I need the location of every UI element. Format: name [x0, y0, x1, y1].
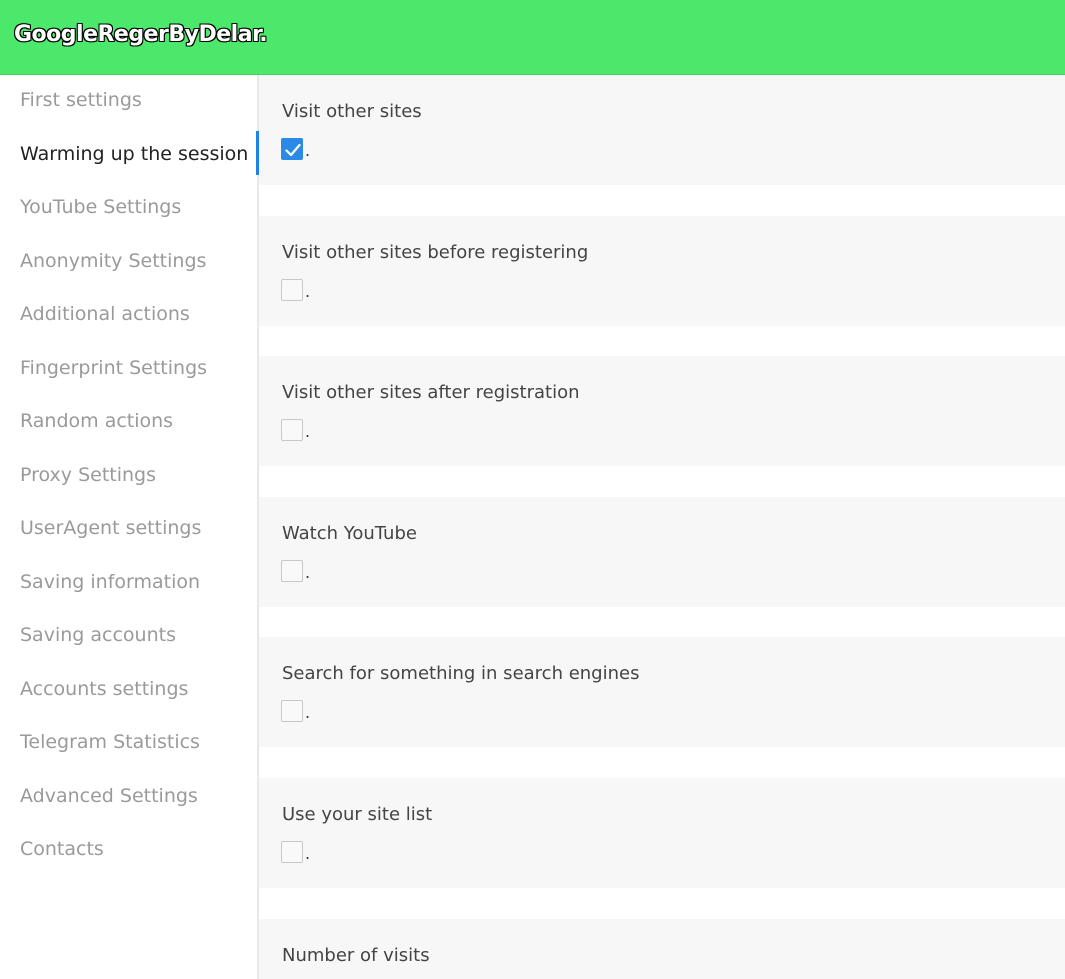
search-engines-checkbox[interactable] [281, 700, 303, 722]
checkmark-icon [285, 143, 301, 157]
setting-label: Visit other sites [282, 101, 422, 122]
sidebar-item-warming-up-the-session[interactable]: Warming up the session [20, 132, 248, 176]
setting-label: Number of visits [282, 945, 430, 966]
setting-card: Number of visits [259, 919, 1065, 979]
sidebar-item-random-actions[interactable]: Random actions [20, 399, 173, 443]
sidebar-item-useragent-settings[interactable]: UserAgent settings [20, 506, 201, 550]
setting-label: Search for something in search engines [282, 663, 640, 684]
setting-card: Use your site list . [259, 778, 1065, 888]
app-title: GoogleRegerByDelar. [14, 22, 268, 47]
setting-label: Watch YouTube [282, 523, 417, 544]
sidebar-item-first-settings[interactable]: First settings [20, 78, 142, 122]
visit-before-registering-checkbox[interactable] [281, 279, 303, 301]
sidebar-item-saving-information[interactable]: Saving information [20, 560, 200, 604]
sidebar-item-proxy-settings[interactable]: Proxy Settings [20, 453, 156, 497]
checkbox-suffix: . [305, 282, 311, 301]
checkbox-suffix: . [305, 141, 311, 160]
setting-card: Search for something in search engines . [259, 637, 1065, 747]
app-header: GoogleRegerByDelar. [0, 0, 1065, 75]
visit-other-sites-checkbox[interactable] [281, 138, 303, 160]
use-site-list-checkbox[interactable] [281, 841, 303, 863]
checkbox-suffix: . [305, 422, 311, 441]
setting-label: Use your site list [282, 804, 433, 825]
sidebar-item-saving-accounts[interactable]: Saving accounts [20, 613, 176, 657]
checkbox-suffix: . [305, 563, 311, 582]
setting-card: Visit other sites before registering . [259, 216, 1065, 326]
checkbox-suffix: . [305, 703, 311, 722]
setting-label: Visit other sites after registration [282, 382, 580, 403]
sidebar-item-fingerprint-settings[interactable]: Fingerprint Settings [20, 346, 207, 390]
sidebar-item-accounts-settings[interactable]: Accounts settings [20, 667, 188, 711]
setting-card: Visit other sites . [259, 75, 1065, 185]
sidebar-item-youtube-settings[interactable]: YouTube Settings [20, 185, 181, 229]
sidebar-item-telegram-statistics[interactable]: Telegram Statistics [20, 720, 200, 764]
sidebar-item-contacts[interactable]: Contacts [20, 827, 104, 871]
sidebar-item-additional-actions[interactable]: Additional actions [20, 292, 190, 336]
settings-panel: Visit other sites . Visit other sites be… [259, 75, 1065, 979]
sidebar-nav: First settings Warming up the session Yo… [0, 75, 259, 979]
setting-card: Visit other sites after registration . [259, 356, 1065, 466]
sidebar-item-anonymity-settings[interactable]: Anonymity Settings [20, 239, 206, 283]
sidebar-item-advanced-settings[interactable]: Advanced Settings [20, 774, 198, 818]
watch-youtube-checkbox[interactable] [281, 560, 303, 582]
checkbox-suffix: . [305, 844, 311, 863]
visit-after-registration-checkbox[interactable] [281, 419, 303, 441]
setting-label: Visit other sites before registering [282, 242, 589, 263]
setting-card: Watch YouTube . [259, 497, 1065, 607]
